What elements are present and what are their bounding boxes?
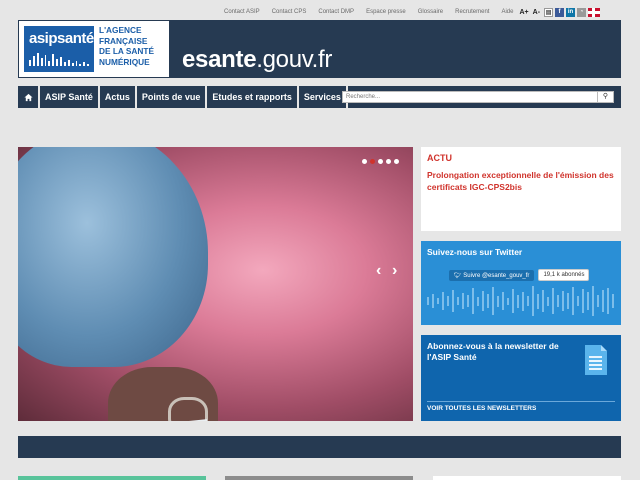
newsletter-divider <box>427 401 615 402</box>
twitter-follower-count[interactable]: 19,1 k abonnés <box>538 269 590 281</box>
asip-logo[interactable]: asipsanté L'AGENCE FRANÇAISE DE LA SANTÉ… <box>18 20 170 78</box>
actu-card[interactable]: ACTU Prolongation exceptionnelle de l'ém… <box>421 147 621 231</box>
recrutement-link[interactable]: Recrutement <box>455 9 489 15</box>
carousel-dot-active[interactable] <box>370 159 375 164</box>
bottom-tile[interactable] <box>433 476 621 480</box>
newsletter-title[interactable]: Abonnez-vous à la newsletter de l'ASIP S… <box>427 341 572 363</box>
document-icon <box>585 345 607 375</box>
home-button[interactable] <box>18 86 40 108</box>
twitter-follow-button[interactable]: 🐦︎ Suivre @esante_gouv_fr <box>449 269 535 281</box>
carousel-dot[interactable] <box>386 159 391 164</box>
print-icon[interactable]: ▤ <box>544 7 554 17</box>
search-input[interactable]: Recherche... <box>342 91 598 103</box>
twitter-bird-icon: 🐦︎ <box>454 272 464 279</box>
font-smaller-button[interactable]: A- <box>533 9 540 16</box>
contact-cps-link[interactable]: Contact CPS <box>272 9 307 15</box>
nav-item-actus[interactable]: Actus <box>100 86 137 108</box>
facebook-icon[interactable]: f <box>555 7 565 17</box>
aide-link[interactable]: Aide <box>501 9 513 15</box>
carousel-dot[interactable] <box>362 159 367 164</box>
utility-links: Contact ASIP Contact CPS Contact DMP Esp… <box>224 6 602 18</box>
site-header: asipsanté L'AGENCE FRANÇAISE DE LA SANTÉ… <box>18 20 621 78</box>
sound-wave-graphic <box>427 285 617 317</box>
espace-presse-link[interactable]: Espace presse <box>366 9 406 15</box>
home-icon <box>23 93 33 101</box>
section-band <box>18 436 621 458</box>
carousel-dots <box>362 159 399 164</box>
main-nav: ASIP Santé Actus Points de vue Etudes et… <box>18 86 621 108</box>
nav-item-services[interactable]: Services <box>299 86 348 108</box>
twitter-follow-widget: 🐦︎ Suivre @esante_gouv_fr 19,1 k abonnés <box>449 269 590 281</box>
nav-item-etudes-et-rapports[interactable]: Etudes et rapports <box>207 86 299 108</box>
logo-brand: asipsanté <box>29 30 94 47</box>
twitter-title: Suivez-nous sur Twitter <box>427 247 523 257</box>
actu-label: ACTU <box>427 153 452 163</box>
bottom-tile[interactable] <box>18 476 206 480</box>
nav-item-asip-sante[interactable]: ASIP Santé <box>40 86 100 108</box>
chevron-right-icon[interactable]: › <box>392 262 397 280</box>
search-icon: ⚲ <box>602 93 609 100</box>
chevron-left-icon[interactable]: ‹ <box>376 262 381 280</box>
glossaire-link[interactable]: Glossaire <box>418 9 443 15</box>
site-name[interactable]: esante.gouv.fr <box>182 46 332 74</box>
carousel-dot[interactable] <box>378 159 383 164</box>
surgeon-glasses-image <box>168 397 208 421</box>
logo-badge: asipsanté <box>24 26 94 72</box>
logo-agency-name: L'AGENCE FRANÇAISE DE LA SANTÉ NUMÉRIQUE <box>99 25 155 67</box>
english-flag-icon[interactable] <box>588 7 601 17</box>
contact-asip-link[interactable]: Contact ASIP <box>224 9 260 15</box>
rss-icon[interactable]: ◔ <box>577 7 587 17</box>
search-button[interactable]: ⚲ <box>598 91 614 103</box>
surgeon-cap-image <box>18 147 208 367</box>
hero-carousel[interactable]: ‹ › <box>18 147 413 421</box>
contact-dmp-link[interactable]: Contact DMP <box>318 9 354 15</box>
carousel-dot[interactable] <box>394 159 399 164</box>
font-larger-button[interactable]: A+ <box>519 9 528 16</box>
newsletter-card[interactable]: Abonnez-vous à la newsletter de l'ASIP S… <box>421 335 621 421</box>
nav-item-points-de-vue[interactable]: Points de vue <box>137 86 208 108</box>
actu-title-link[interactable]: Prolongation exceptionnelle de l'émissio… <box>427 169 615 193</box>
linkedin-icon[interactable]: in <box>566 7 576 17</box>
logo-bars-graphic <box>29 52 89 66</box>
bottom-tile[interactable] <box>225 476 413 480</box>
all-newsletters-link[interactable]: VOIR TOUTES LES NEWSLETTERS <box>427 405 536 412</box>
twitter-card: Suivez-nous sur Twitter 🐦︎ Suivre @esant… <box>421 241 621 325</box>
